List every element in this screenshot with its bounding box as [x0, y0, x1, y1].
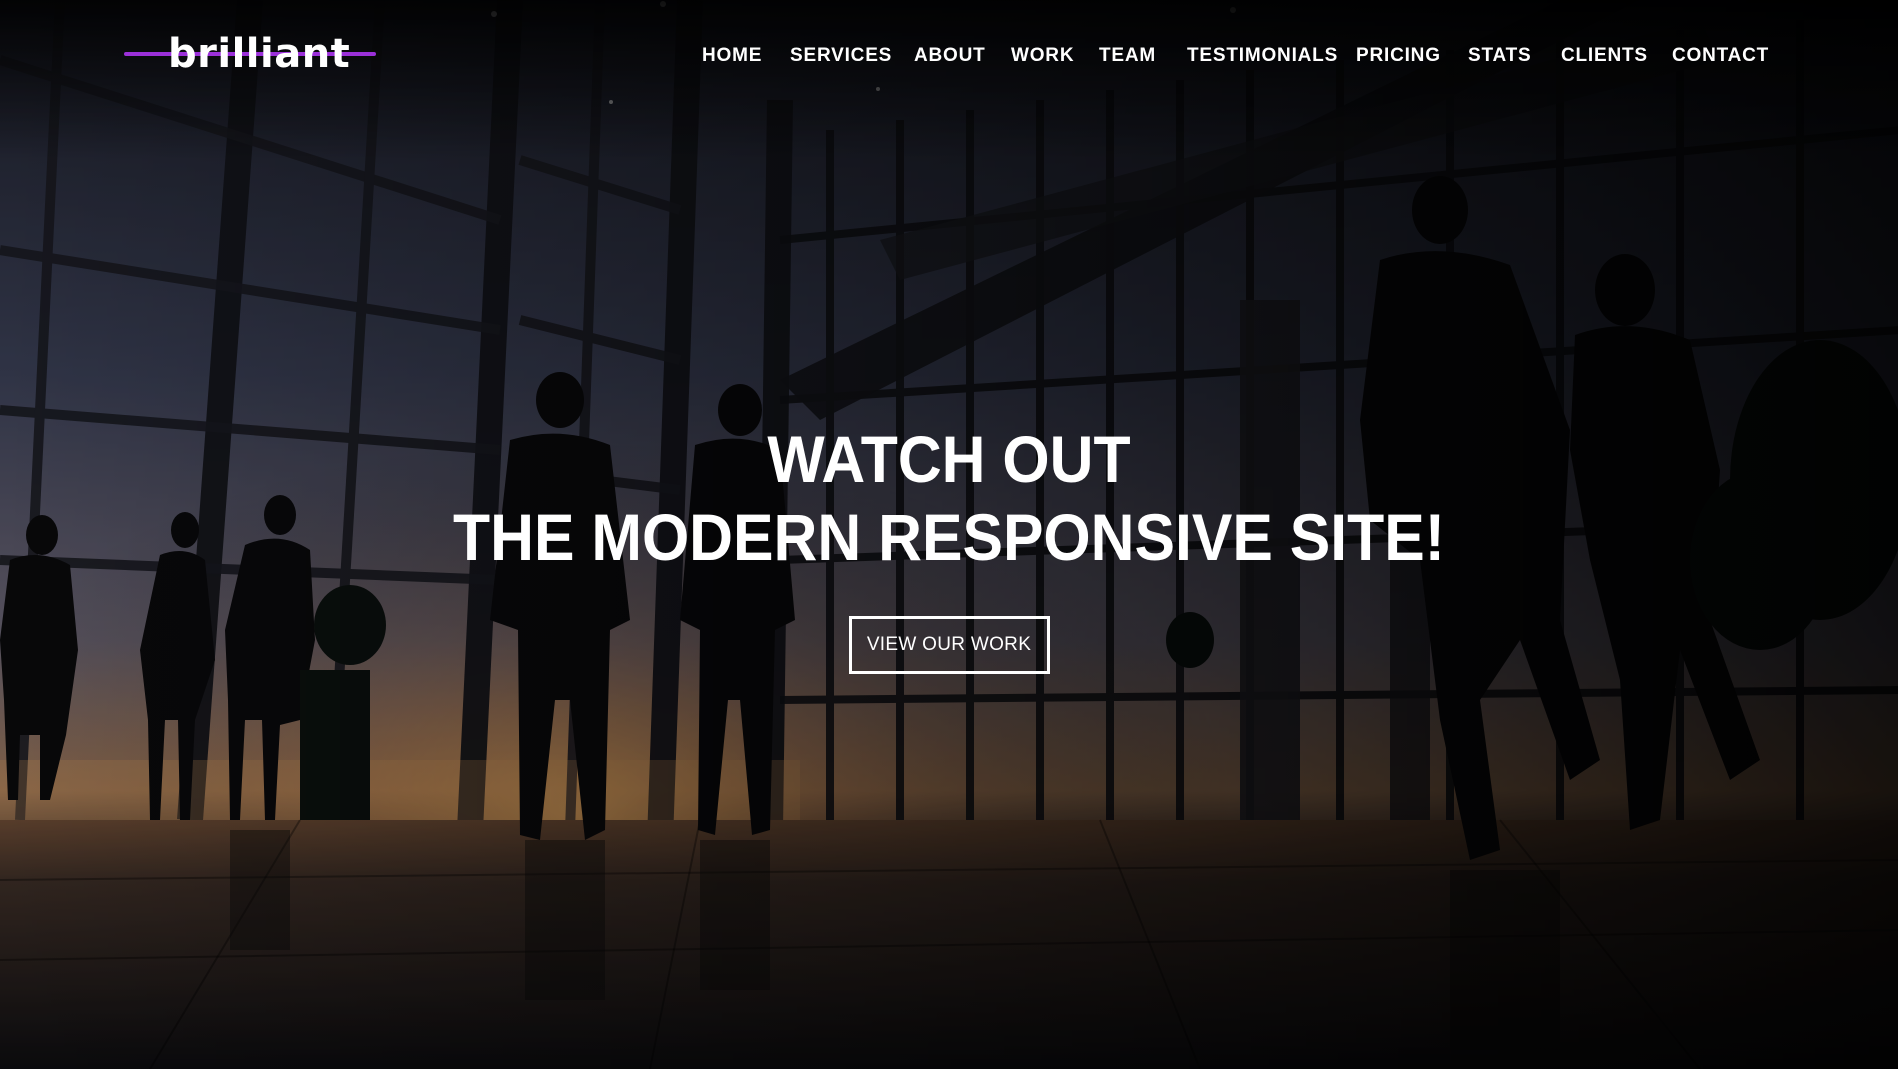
- top-navbar: brilliant HOME SERVICES ABOUT WORK TEAM …: [0, 0, 1898, 112]
- main-nav: HOME SERVICES ABOUT WORK TEAM TESTIMONIA…: [0, 44, 1898, 68]
- nav-item-about[interactable]: ABOUT: [914, 44, 986, 68]
- nav-item-stats[interactable]: STATS: [1468, 44, 1531, 68]
- nav-item-contact[interactable]: CONTACT: [1672, 44, 1769, 68]
- nav-item-work[interactable]: WORK: [1011, 44, 1074, 68]
- nav-item-testimonials[interactable]: TESTIMONIALS: [1187, 44, 1338, 68]
- nav-item-clients[interactable]: CLIENTS: [1561, 44, 1648, 68]
- nav-item-team[interactable]: TEAM: [1099, 44, 1156, 68]
- hero-headline-line-1: WATCH OUT: [767, 422, 1131, 496]
- nav-item-services[interactable]: SERVICES: [790, 44, 892, 68]
- page-viewport: brilliant HOME SERVICES ABOUT WORK TEAM …: [0, 0, 1901, 1069]
- hero-headline-line-2: THE MODERN RESPONSIVE SITE!: [453, 500, 1445, 574]
- hero-section: WATCH OUT THE MODERN RESPONSIVE SITE! VI…: [0, 420, 1898, 674]
- nav-item-pricing[interactable]: PRICING: [1356, 44, 1441, 68]
- view-our-work-button[interactable]: VIEW OUR WORK: [848, 616, 1050, 674]
- nav-item-home[interactable]: HOME: [702, 44, 762, 68]
- hero-headline: WATCH OUT THE MODERN RESPONSIVE SITE!: [76, 420, 1822, 576]
